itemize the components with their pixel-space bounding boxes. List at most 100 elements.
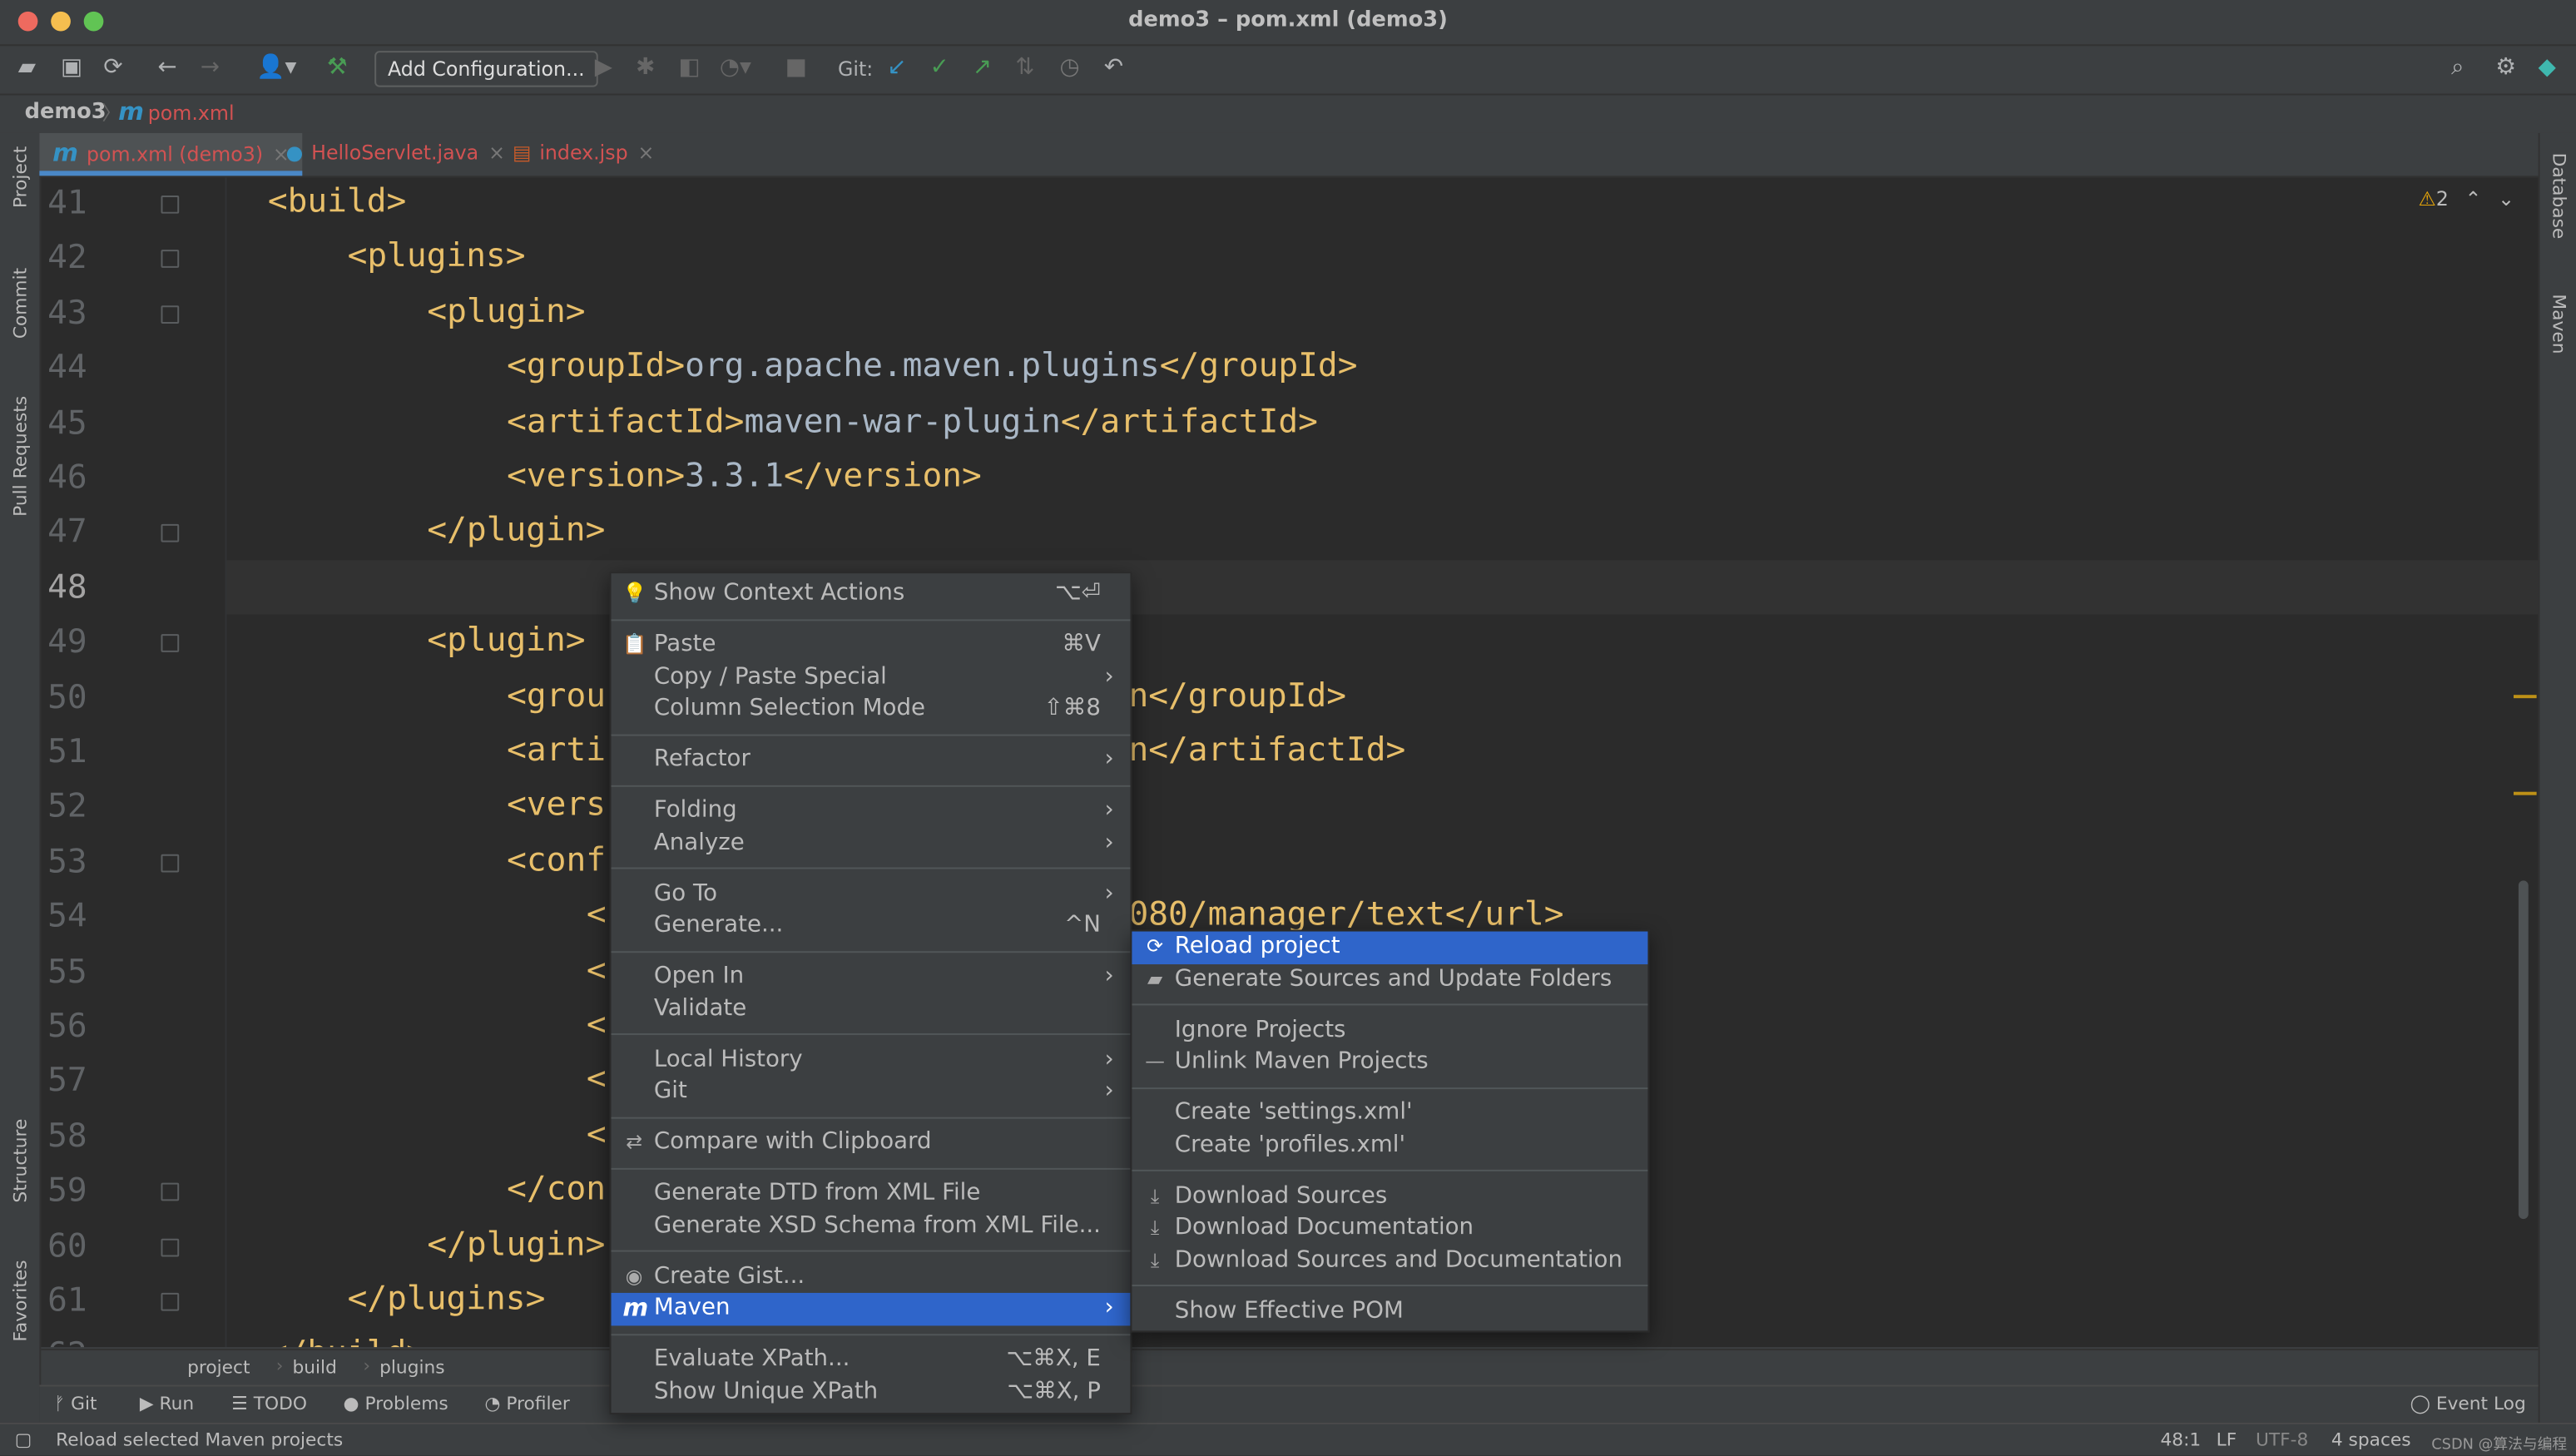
menu-item-download-sources[interactable]: ⤓ Download Sources [1132, 1181, 1647, 1213]
menu-item-reload-project[interactable]: ⟳ Reload project [1132, 931, 1648, 964]
line-separator[interactable]: LF [2217, 1429, 2237, 1451]
breadcrumb-project[interactable]: demo3 [25, 100, 107, 125]
chevron-right-icon: › [1104, 1045, 1114, 1072]
tool-window-profiler[interactable]: ◔ Profiler [484, 1393, 569, 1414]
tool-window-database[interactable]: Database [2548, 153, 2569, 240]
current-line-highlight [226, 560, 2539, 615]
tool-window-git[interactable]: ᚠ Git [54, 1393, 97, 1414]
forward-icon[interactable]: → [201, 54, 220, 81]
tool-window-commit[interactable]: Commit [10, 268, 32, 339]
search-icon[interactable]: ⌕ [2451, 54, 2464, 81]
git-commit-icon[interactable]: ✓ [930, 54, 949, 81]
menu-item-validate[interactable]: Validate [612, 993, 1131, 1026]
fold-marker-icon[interactable] [161, 305, 180, 324]
tab-2[interactable]: ▤ index.jsp × [513, 133, 654, 176]
fold-marker-icon[interactable] [161, 524, 180, 543]
breadcrumb-build[interactable]: build [292, 1357, 336, 1379]
menu-item-folding[interactable]: Folding › [612, 795, 1131, 828]
menu-item-open-in[interactable]: Open In › [612, 961, 1131, 993]
close-tab-icon[interactable]: × [488, 141, 505, 165]
warning-stripe[interactable] [2513, 695, 2537, 699]
menu-item-create-settings-xml[interactable]: Create 'settings.xml' [1132, 1097, 1647, 1130]
build-hammer-icon[interactable]: ⚒ [327, 54, 348, 81]
tab-0[interactable]: m pom.xml (demo3) × [39, 132, 303, 176]
menu-item-maven[interactable]: m Maven › [611, 1292, 1131, 1325]
back-icon[interactable]: ← [158, 54, 177, 81]
fold-marker-icon[interactable] [161, 1237, 180, 1256]
menu-item-unlink-maven-projects[interactable]: — Unlink Maven Projects [1132, 1047, 1647, 1079]
menu-item-download-documentation[interactable]: ⤓ Download Documentation [1132, 1212, 1647, 1245]
git-update-icon[interactable]: ↙ [887, 54, 906, 81]
vertical-scrollbar[interactable] [2518, 880, 2529, 1220]
status-message: Reload selected Maven projects [56, 1429, 344, 1451]
tool-window-favorites[interactable]: Favorites [10, 1260, 32, 1341]
caret-position[interactable]: 48:1 [2160, 1429, 2201, 1451]
menu-item-create-profiles-xml[interactable]: Create 'profiles.xml' [1132, 1129, 1647, 1161]
debug-icon[interactable]: ✱ [636, 54, 655, 81]
breadcrumb-project[interactable]: project [187, 1357, 250, 1379]
menu-item-generate[interactable]: Generate... ^N [612, 910, 1131, 943]
menu-item-generate-xsd-schema-from-xml-file[interactable]: Generate XSD Schema from XML File... [612, 1210, 1131, 1242]
coverage-icon[interactable]: ◧ [678, 54, 700, 81]
menu-item-analyze[interactable]: Analyze › [612, 827, 1131, 859]
tab-1[interactable]: ● HelloServlet.java × [286, 133, 505, 176]
menu-item-git[interactable]: Git › [612, 1076, 1131, 1108]
warning-stripe[interactable] [2513, 791, 2537, 795]
menu-item-paste[interactable]: 📋 Paste ⌘V [612, 629, 1131, 661]
tool-window-maven[interactable]: Maven [2548, 294, 2569, 354]
menu-item-label: Folding [653, 796, 737, 824]
status-toggle-icon[interactable]: ▢ [15, 1429, 32, 1451]
history-icon[interactable]: ◷ [1060, 54, 1080, 81]
close-tab-icon[interactable]: × [638, 141, 655, 165]
fold-marker-icon[interactable] [161, 195, 180, 214]
tool-window-structure[interactable]: Structure [10, 1119, 32, 1203]
menu-item-show-context-actions[interactable]: 💡 Show Context Actions ⌥⏎ [612, 578, 1131, 611]
git-push-icon[interactable]: ↗ [973, 54, 992, 81]
tool-window-run[interactable]: ▶ Run [140, 1393, 194, 1414]
run-icon[interactable]: ▶ [595, 54, 612, 81]
user-icon[interactable]: 👤▾ [256, 54, 296, 81]
gear-icon[interactable]: ⚙ [2495, 54, 2516, 81]
menu-item-ignore-projects[interactable]: Ignore Projects [1132, 1014, 1647, 1047]
tool-window-pull-requests[interactable]: Pull Requests [10, 396, 32, 517]
menu-item-show-effective-pom[interactable]: Show Effective POM [1132, 1295, 1647, 1328]
fold-marker-icon[interactable] [161, 634, 180, 653]
open-folder-icon[interactable]: ▰ [18, 54, 36, 81]
tool-window-problems[interactable]: ● Problems [344, 1393, 448, 1414]
menu-item-compare-with-clipboard[interactable]: ⇄ Compare with Clipboard [612, 1127, 1131, 1160]
menu-item-copy-paste-special[interactable]: Copy / Paste Special › [612, 661, 1131, 694]
save-icon[interactable]: ▣ [61, 54, 82, 81]
menu-item-generate-dtd-from-xml-file[interactable]: Generate DTD from XML File [612, 1178, 1131, 1211]
tool-window-todo[interactable]: ☰ TODO [231, 1393, 307, 1414]
sync-icon[interactable]: ⟳ [103, 54, 122, 81]
menu-item-go-to[interactable]: Go To › [612, 878, 1131, 910]
rollback-icon[interactable]: ↶ [1104, 54, 1123, 81]
line-number: 57 [47, 1060, 87, 1100]
menu-item-generate-sources-and-update-folders[interactable]: ▰ Generate Sources and Update Folders [1132, 963, 1647, 996]
fold-marker-icon[interactable] [161, 854, 180, 873]
inspection-widget[interactable]: ⚠2 ⌃ ⌄ [2418, 187, 2514, 210]
profile-icon[interactable]: ◔▾ [720, 54, 751, 81]
tool-window-project[interactable]: Project [10, 146, 32, 208]
indent-setting[interactable]: 4 spaces [2331, 1429, 2411, 1451]
add-configuration-button[interactable]: Add Configuration... [374, 51, 598, 87]
stop-icon[interactable]: ■ [785, 54, 807, 81]
breadcrumb-file[interactable]: pom.xml [148, 102, 235, 125]
menu-item-evaluate-xpath[interactable]: Evaluate XPath... ⌥⌘X, E [612, 1344, 1131, 1376]
fold-marker-icon[interactable] [161, 250, 180, 269]
fold-marker-icon[interactable] [161, 1183, 180, 1201]
menu-item-show-unique-xpath[interactable]: Show Unique XPath ⌥⌘X, P [612, 1376, 1131, 1409]
file-encoding[interactable]: UTF-8 [2256, 1429, 2308, 1451]
menu-item-refactor[interactable]: Refactor › [612, 744, 1131, 776]
menu-item-column-selection-mode[interactable]: Column Selection Mode ⇧⌘8 [612, 693, 1131, 726]
jetbrains-icon[interactable]: ◆ [2539, 54, 2556, 81]
next-highlight-icon[interactable]: ⌄ [2498, 187, 2514, 210]
fold-marker-icon[interactable] [161, 1292, 180, 1311]
menu-item-create-gist[interactable]: ◉ Create Gist... [612, 1260, 1131, 1293]
event-log-button[interactable]: ◯ Event Log [2410, 1393, 2526, 1414]
previous-highlight-icon[interactable]: ⌃ [2465, 187, 2482, 210]
git-merge-icon[interactable]: ⇅ [1015, 54, 1034, 81]
menu-item-download-sources-and-documentation[interactable]: ⤓ Download Sources and Documentation [1132, 1245, 1647, 1277]
menu-item-local-history[interactable]: Local History › [612, 1044, 1131, 1077]
breadcrumb-plugins[interactable]: plugins [379, 1357, 445, 1379]
